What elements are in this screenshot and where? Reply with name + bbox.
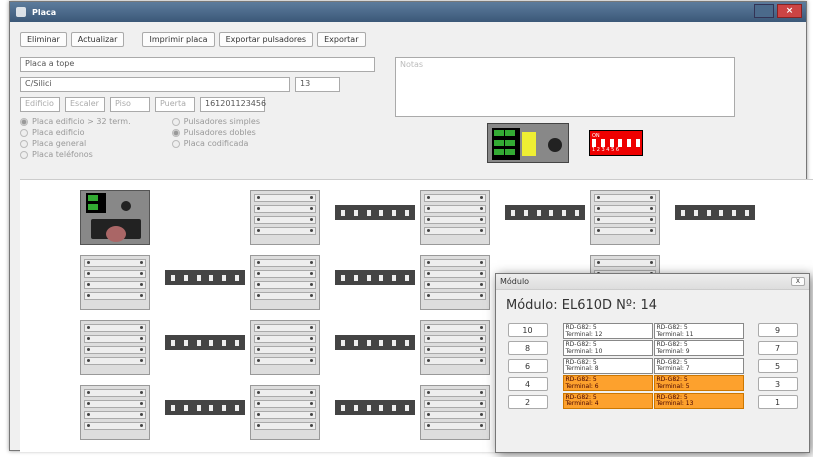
module-dip[interactable]: [165, 335, 245, 350]
btn-actualizar[interactable]: Actualizar: [70, 32, 125, 47]
module-keys[interactable]: [250, 190, 320, 245]
module-dip[interactable]: [675, 205, 755, 220]
btn-right-0[interactable]: 9: [757, 323, 798, 337]
btn-left-2[interactable]: 6: [507, 359, 548, 373]
input-edificio[interactable]: Edificio: [20, 97, 60, 112]
modulo-dialog: Módulo X Módulo: EL610D Nº: 14 10 8 6 4 …: [495, 273, 810, 453]
module-dip[interactable]: [505, 205, 585, 220]
input-puerta[interactable]: Puerta: [155, 97, 195, 112]
module-keys[interactable]: [250, 385, 320, 440]
input-id[interactable]: 161201123456: [200, 97, 266, 112]
radio-placa-32[interactable]: Placa edificio > 32 term.: [20, 117, 131, 126]
module-dip[interactable]: [335, 270, 415, 285]
btn-left-0[interactable]: 10: [507, 323, 548, 337]
module-dip[interactable]: [335, 205, 415, 220]
btn-right-2[interactable]: 5: [757, 359, 798, 373]
input-escalera[interactable]: Escaler: [65, 97, 105, 112]
form-area: Placa a tope C/Silici 13 Edificio Escale…: [20, 57, 796, 159]
module-keys[interactable]: [250, 320, 320, 375]
dip-switch-icon: ON 1 2 3 4 5 6: [589, 130, 643, 156]
module-dip[interactable]: [165, 400, 245, 415]
module-keys[interactable]: [80, 320, 150, 375]
dialog-header-text: Módulo: EL610D Nº: 14: [506, 298, 658, 313]
cell-5[interactable]: RD-G82: 5 Terminal: 7: [653, 357, 744, 374]
radio-placa-general[interactable]: Placa general: [20, 139, 131, 148]
module-dip[interactable]: [165, 270, 245, 285]
btn-left-4[interactable]: 2: [507, 395, 548, 409]
module-camera[interactable]: [80, 190, 150, 245]
minimize-button[interactable]: [754, 4, 774, 18]
main-window: Placa × Eliminar Actualizar Imprimir pla…: [9, 1, 813, 453]
dialog-close-button[interactable]: X: [790, 277, 805, 286]
module-keys[interactable]: [80, 385, 150, 440]
btn-imprimir[interactable]: Imprimir placa: [142, 32, 215, 47]
radio-pulsadores-simples[interactable]: Pulsadores simples: [171, 117, 260, 126]
cell-7[interactable]: RD-G82: 5 Terminal: 5: [653, 375, 744, 392]
toolbar: Eliminar Actualizar Imprimir placa Expor…: [10, 22, 806, 47]
module-keys[interactable]: [590, 190, 660, 245]
hardware-preview: ON 1 2 3 4 5 6: [487, 123, 643, 163]
cell-6[interactable]: RD-G82: 5 Terminal: 6: [562, 375, 653, 392]
cell-3[interactable]: RD-G82: 5 Terminal: 9: [653, 340, 744, 357]
btn-eliminar[interactable]: Eliminar: [20, 32, 67, 47]
btn-left-3[interactable]: 4: [507, 377, 548, 391]
module-dip[interactable]: [335, 400, 415, 415]
module-keys[interactable]: [420, 320, 490, 375]
input-number[interactable]: 13: [295, 77, 340, 92]
cell-1[interactable]: RD-G82: 5 Terminal: 11: [653, 323, 744, 339]
btn-left-1[interactable]: 8: [507, 341, 548, 355]
cell-4[interactable]: RD-G82: 5 Terminal: 8: [562, 357, 653, 374]
input-name[interactable]: Placa a tope: [20, 57, 375, 72]
main-module-icon: [487, 123, 569, 163]
dialog-title-bar: Módulo X: [496, 274, 809, 290]
notes-textarea[interactable]: Notas: [395, 57, 735, 117]
btn-right-4[interactable]: 1: [757, 395, 798, 409]
terminal-grid[interactable]: RD-G82: 5 Terminal: 12 RD-G82: 5 Terminal:…: [562, 323, 744, 409]
btn-right-3[interactable]: 3: [757, 377, 798, 391]
module-keys[interactable]: [420, 190, 490, 245]
btn-exportar-pulsadores[interactable]: Exportar pulsadores: [218, 32, 314, 47]
cell-0[interactable]: RD-G82: 5 Terminal: 12: [562, 323, 653, 339]
radio-placa-edificio[interactable]: Placa edificio: [20, 128, 131, 137]
cell-8[interactable]: RD-G82: 5 Terminal: 4: [562, 392, 653, 409]
module-keys[interactable]: [420, 255, 490, 310]
module-dip[interactable]: [335, 335, 415, 350]
window-app-icon: [16, 7, 26, 17]
title-bar: Placa ×: [10, 2, 806, 22]
input-street[interactable]: C/Silici: [20, 77, 290, 92]
btn-right-1[interactable]: 7: [757, 341, 798, 355]
module-keys[interactable]: [250, 255, 320, 310]
input-piso[interactable]: Piso: [110, 97, 150, 112]
radio-pulsadores-dobles[interactable]: Pulsadores dobles: [171, 128, 260, 137]
module-keys[interactable]: [420, 385, 490, 440]
close-button[interactable]: ×: [777, 4, 802, 18]
cell-9[interactable]: RD-G82: 5 Terminal: 13: [653, 392, 744, 409]
btn-exportar[interactable]: Exportar: [317, 32, 366, 47]
cell-2[interactable]: RD-G82: 5 Terminal: 10: [562, 340, 653, 357]
radio-placa-telefonos[interactable]: Placa teléfonos: [20, 150, 131, 159]
radio-placa-codificada[interactable]: Placa codificada: [171, 139, 260, 148]
module-keys[interactable]: [80, 255, 150, 310]
